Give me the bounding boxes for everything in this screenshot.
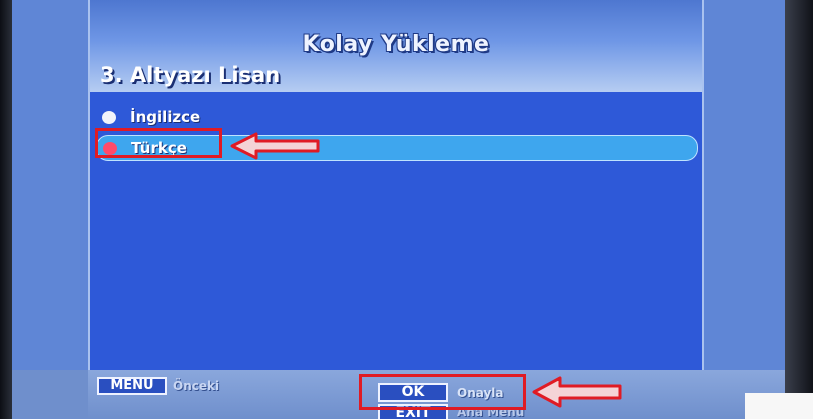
option-label: İngilizce (130, 108, 201, 126)
screen-glare (745, 393, 813, 419)
menu-key-caption: Önceki (173, 379, 220, 393)
menu-header: Kolay Yükleme 3. Altyazı Lisan (90, 0, 702, 92)
tv-screen: Kolay Yükleme 3. Altyazı Lisan İngilizce… (0, 0, 813, 419)
tv-bezel-left (0, 0, 12, 419)
option-english[interactable]: İngilizce (96, 106, 200, 128)
left-arrow-icon (230, 132, 320, 160)
step-title: 3. Altyazı Lisan (100, 63, 281, 87)
radio-dot-icon (102, 110, 116, 124)
footer-left-edge (12, 370, 88, 419)
left-side-panel (12, 0, 90, 370)
annotation-box-turkish (95, 128, 222, 158)
left-arrow-icon (532, 376, 622, 408)
menu-key-button[interactable]: MENU (97, 377, 167, 395)
right-side-panel (702, 0, 787, 370)
page-title: Kolay Yükleme (302, 32, 490, 57)
annotation-box-ok (359, 374, 526, 410)
tv-bezel-right (785, 0, 813, 419)
